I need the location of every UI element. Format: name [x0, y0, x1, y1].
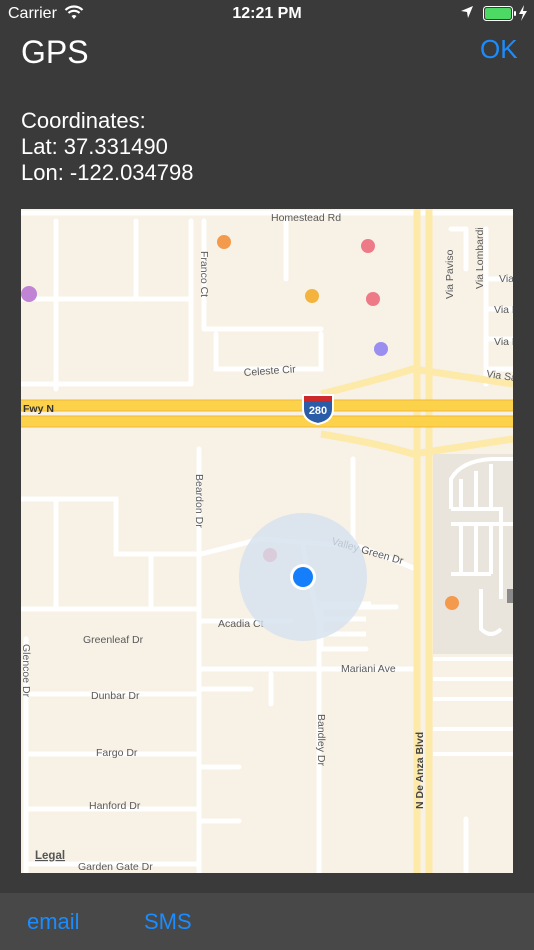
street-homestead: Homestead Rd [271, 212, 341, 224]
map-view[interactable]: 280 Homestead Rd Franco Ct Celeste Cir F… [21, 209, 513, 873]
interstate-280-shield: 280 [302, 394, 334, 426]
latitude-value: Lat: 37.331490 [21, 134, 168, 159]
user-location [239, 513, 367, 641]
street-beardon: Beardon Dr [193, 474, 205, 528]
clock: 12:21 PM [232, 5, 302, 22]
status-bar: Carrier 12:21 PM [0, 0, 534, 28]
shopping-cart-icon[interactable] [305, 289, 319, 303]
restaurant-icon[interactable] [217, 235, 231, 249]
street-mariani: Mariani Ave [341, 663, 396, 675]
street-hanford: Hanford Dr [89, 800, 141, 812]
theater-icon[interactable] [21, 286, 37, 302]
street-fargo: Fargo Dr [96, 747, 138, 759]
street-fwy-n: Fwy N [23, 403, 54, 415]
location-arrow-icon [460, 5, 474, 24]
street-franco: Franco Ct [198, 251, 210, 297]
street-via-2: Via P [494, 304, 513, 316]
edge-marker [507, 589, 513, 603]
coordinates-panel: Coordinates: Lat: 37.331490 Lon: -122.03… [21, 108, 194, 186]
street-via-paviso: Via Paviso [444, 249, 456, 299]
street-de-anza: N De Anza Blvd [414, 732, 426, 809]
street-greenleaf: Greenleaf Dr [83, 634, 144, 646]
street-via-3: Via P [494, 336, 513, 348]
street-dunbar: Dunbar Dr [91, 690, 140, 702]
ok-button[interactable]: OK [480, 34, 518, 65]
user-location-dot [293, 567, 313, 587]
street-via-lombardi: Via Lombardi [474, 227, 486, 289]
street-garden-gate: Garden Gate Dr [78, 861, 153, 873]
email-button[interactable]: email [27, 909, 80, 935]
sms-button[interactable]: SMS [144, 909, 192, 935]
legal-link[interactable]: Legal [35, 850, 65, 862]
bottom-toolbar: email SMS [0, 893, 534, 950]
food-icon[interactable] [445, 596, 459, 610]
page-title: GPS [21, 34, 89, 70]
street-via-1: Via [499, 273, 513, 285]
longitude-value: Lon: -122.034798 [21, 160, 194, 185]
hotel-icon[interactable] [374, 342, 388, 356]
shield-label: 280 [309, 405, 327, 417]
pharmacy-icon[interactable] [361, 239, 375, 253]
nightlife-icon[interactable] [366, 292, 380, 306]
street-bandley: Bandley Dr [315, 714, 327, 766]
coordinates-heading: Coordinates: [21, 108, 146, 133]
street-glencoe: Glencoe Dr [21, 644, 32, 698]
charging-bolt-icon [518, 5, 528, 26]
battery-icon [483, 6, 517, 26]
